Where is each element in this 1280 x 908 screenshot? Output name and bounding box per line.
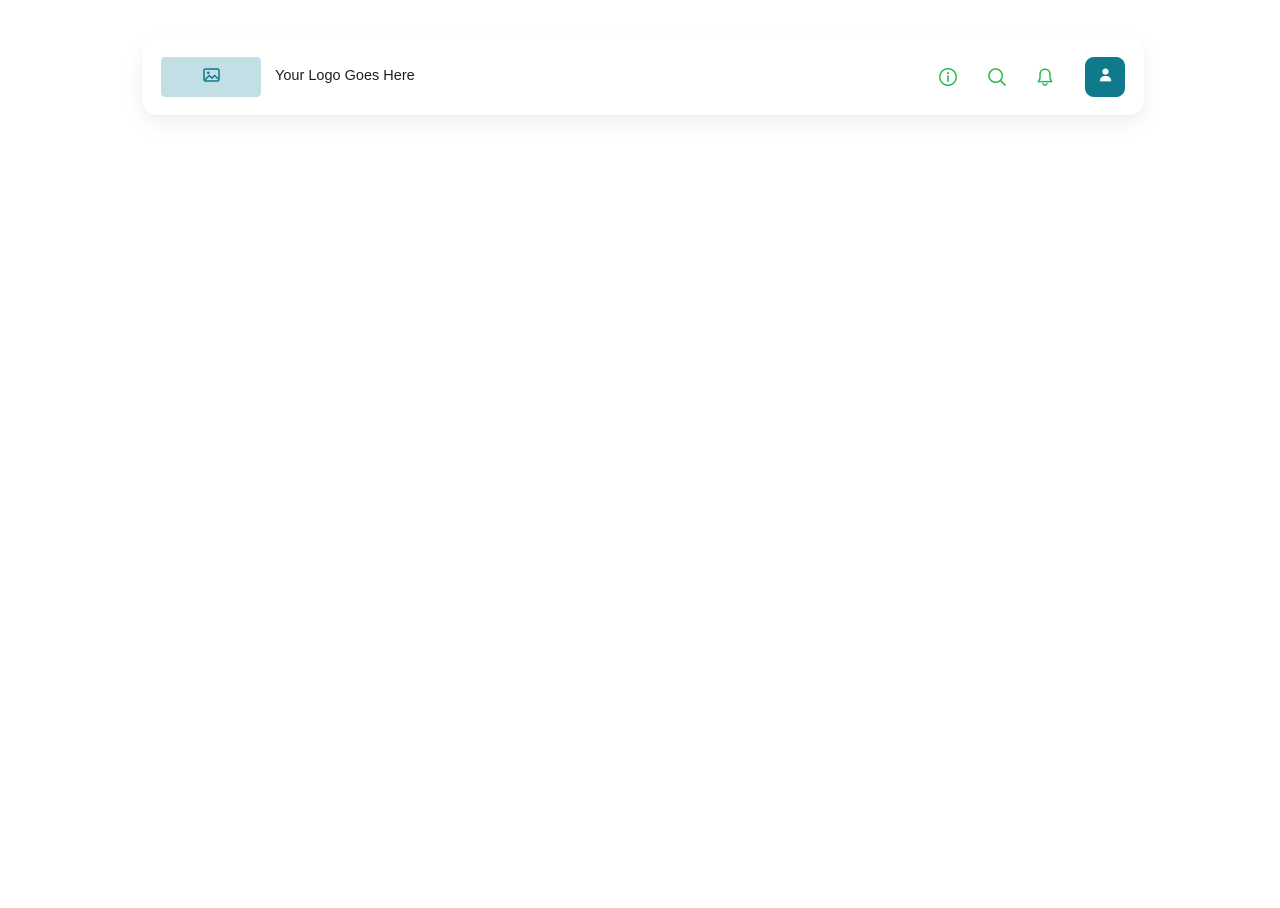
logo-placeholder[interactable] bbox=[161, 57, 261, 97]
top-header-bar: Your Logo Goes Here bbox=[142, 38, 1144, 115]
user-avatar-button[interactable] bbox=[1085, 57, 1125, 97]
user-icon bbox=[1099, 68, 1112, 87]
search-button[interactable] bbox=[985, 65, 1009, 89]
info-button[interactable] bbox=[936, 65, 960, 89]
notifications-button[interactable] bbox=[1033, 65, 1057, 89]
bell-icon bbox=[1036, 67, 1054, 87]
logo-text: Your Logo Goes Here bbox=[275, 68, 415, 84]
search-icon bbox=[987, 67, 1007, 87]
image-icon bbox=[202, 67, 220, 87]
info-icon bbox=[938, 67, 958, 87]
